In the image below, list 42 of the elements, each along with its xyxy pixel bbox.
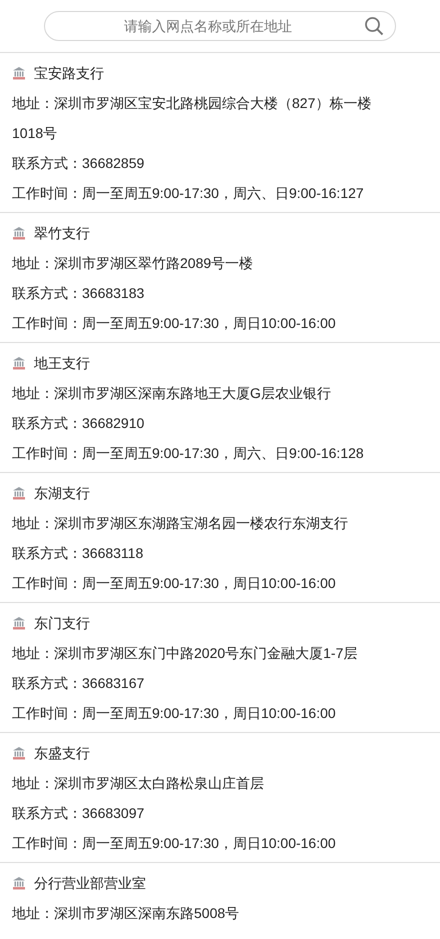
branch-phone: 联系方式：36683183 [12,284,146,303]
branch-address: 地址：深圳市罗湖区东湖路宝湖名园一楼农行东湖支行 [12,514,349,533]
branch-address: 地址：深圳市罗湖区太白路松泉山庄首层 [12,774,265,793]
branch-hours: 工作时间：周一至周五9:00-17:30，周日10:00-16:00 [12,704,337,723]
branch-address: 地址：深圳市罗湖区宝安北路桃园综合大楼（827）栋一楼1018号 [12,94,372,143]
branch-name: 地王支行 [34,354,90,373]
bank-icon [12,486,26,500]
branch-phone: 联系方式：36682859 [12,154,146,173]
branch-address: 地址：深圳市罗湖区东门中路2020号东门金融大厦1-7层 [12,644,358,663]
branch-hours: 工作时间：周一至周五9:00-17:30，周六、日9:00-16:127 [12,184,365,203]
branch-card[interactable]: 分行营业部营业室 地址：深圳市罗湖区深南东路5008号 [0,863,440,939]
branch-address: 地址：深圳市罗湖区深南东路5008号 [12,904,240,923]
branch-phone: 联系方式：36683167 [12,674,146,693]
search-icon[interactable] [364,16,384,36]
branch-card[interactable]: 东湖支行 地址：深圳市罗湖区东湖路宝湖名园一楼农行东湖支行 联系方式：36683118 工作时间：周一至周五9:00-17:30，周日10:00-16:00 [0,473,440,603]
branch-address: 地址：深圳市罗湖区翠竹路2089号一楼 [12,254,254,273]
branch-phone: 联系方式：36683097 [12,804,146,823]
branch-name: 分行营业部营业室 [34,874,146,893]
branch-hours: 工作时间：周一至周五9:00-17:30，周日10:00-16:00 [12,834,337,853]
branch-phone: 联系方式：36683118 [12,544,144,563]
bank-icon [12,876,26,890]
branch-hours: 工作时间：周一至周五9:00-17:30，周六、日9:00-16:128 [12,444,365,463]
bank-icon [12,616,26,630]
branch-name: 东门支行 [34,614,90,633]
search-field[interactable]: 请输入网点名称或所在地址 [44,11,396,41]
branch-name: 宝安路支行 [34,64,104,83]
branch-hours: 工作时间：周一至周五9:00-17:30，周日10:00-16:00 [12,574,337,593]
branch-address: 地址：深圳市罗湖区深南东路地王大厦G层农业银行 [12,384,332,403]
bank-icon [12,356,26,370]
branch-card[interactable]: 地王支行 地址：深圳市罗湖区深南东路地王大厦G层农业银行 联系方式：36682910 工作时间：周一至周五9:00-17:30，周六、日9:00-16:128 [0,343,440,473]
bank-icon [12,746,26,760]
branch-phone: 联系方式：36682910 [12,414,146,433]
branch-name: 东盛支行 [34,744,90,763]
branch-card[interactable]: 东盛支行 地址：深圳市罗湖区太白路松泉山庄首层 联系方式：36683097 工作时间：周一至周五9:00-17:30，周日10:00-16:00 [0,733,440,863]
bank-icon [12,66,26,80]
branch-name: 东湖支行 [34,484,90,503]
branch-name: 翠竹支行 [34,224,90,243]
branch-card[interactable]: 翠竹支行 地址：深圳市罗湖区翠竹路2089号一楼 联系方式：36683183 工作时间：周一至周五9:00-17:30，周日10:00-16:00 [0,213,440,343]
branch-card[interactable]: 宝安路支行 地址：深圳市罗湖区宝安北路桃园综合大楼（827）栋一楼1018号 联系方式：36682859 工作时间：周一至周五9:00-17:30，周六、日9:00-16:127 [0,53,440,213]
branch-hours: 工作时间：周一至周五9:00-17:30，周日10:00-16:00 [12,314,337,333]
bank-icon [12,226,26,240]
branch-card[interactable]: 东门支行 地址：深圳市罗湖区东门中路2020号东门金融大厦1-7层 联系方式：36683167 工作时间：周一至周五9:00-17:30，周日10:00-16:00 [0,603,440,733]
